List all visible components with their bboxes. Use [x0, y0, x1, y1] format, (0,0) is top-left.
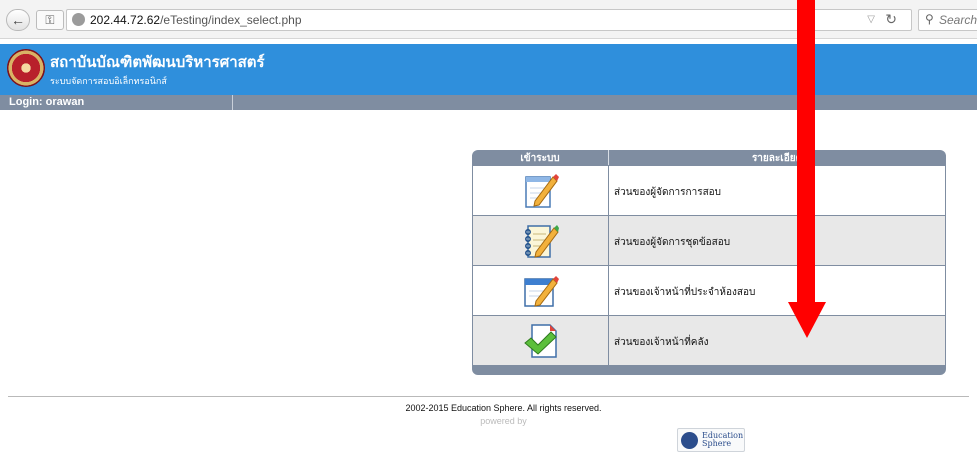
site-title: สถาบันบัณฑิตพัฒนบริหารศาสตร์ — [50, 53, 265, 71]
login-label: Login: orawan — [9, 96, 85, 108]
menu-label-warehouse-staff[interactable]: ส่วนของเจ้าหน้าที่คลัง — [614, 335, 709, 350]
menu-label-exam-room-staff[interactable]: ส่วนของเจ้าหน้าที่ประจำห้องสอบ — [614, 285, 755, 300]
arrow-head — [788, 302, 826, 338]
sphere-icon — [681, 432, 698, 449]
site-identity-button[interactable]: ⚿ — [36, 10, 64, 30]
menu-label-cell[interactable]: ส่วนของเจ้าหน้าที่ประจำห้องสอบ — [609, 266, 945, 315]
search-placeholder: Search — [939, 13, 977, 27]
arrow-shaft — [797, 0, 815, 312]
menu-icon-cell[interactable] — [473, 316, 608, 365]
menu-label-cell[interactable]: ส่วนของผู้จัดการชุดข้อสอบ — [609, 216, 945, 265]
role-menu-panel: เข้าระบบ รายละเอียด ส่วนของผู้จัดการการส… — [472, 150, 946, 375]
menu-icon-cell[interactable] — [473, 166, 608, 215]
menu-label-exam-manager[interactable]: ส่วนของผู้จัดการการสอบ — [614, 185, 721, 200]
menu-icon-cell[interactable] — [473, 266, 608, 315]
logo-text: Education Sphere — [702, 432, 743, 448]
pencil-document-icon[interactable] — [523, 171, 559, 211]
window-pencil-icon[interactable] — [523, 271, 559, 311]
institute-logo — [7, 49, 45, 87]
column-enter: เข้าระบบ — [520, 153, 560, 164]
menu-row-question-set-manager[interactable]: ส่วนของผู้จัดการชุดข้อสอบ — [473, 216, 945, 265]
url-host: 202.44.72.62 — [90, 13, 161, 27]
login-bar: Login: orawan — [0, 95, 977, 110]
column-details: รายละเอียด — [751, 153, 803, 164]
reload-icon[interactable]: ↻ — [885, 11, 897, 28]
globe-icon — [72, 13, 85, 26]
copyright-text: 2002-2015 Education Sphere. All rights r… — [405, 403, 602, 413]
key-icon: ⚿ — [45, 12, 55, 27]
url-text: 202.44.72.62/eTesting/index_select.php — [90, 13, 302, 27]
menu-label-cell[interactable]: ส่วนของผู้จัดการการสอบ — [609, 166, 945, 215]
browser-toolbar: ← ⚿ 202.44.72.62/eTesting/index_select.p… — [0, 0, 977, 39]
url-path: /eTesting/index_select.php — [160, 13, 302, 27]
menu-label-cell[interactable]: ส่วนของเจ้าหน้าที่คลัง — [609, 316, 945, 365]
document-check-icon[interactable] — [523, 321, 559, 361]
menu-header: เข้าระบบ รายละเอียด — [472, 150, 946, 165]
left-arrow-icon: ← — [11, 12, 25, 28]
search-icon: ⚲ — [925, 12, 934, 26]
menu-icon-cell[interactable] — [473, 216, 608, 265]
search-input[interactable]: ⚲ Search — [918, 9, 977, 31]
back-button[interactable]: ← — [6, 9, 30, 31]
site-subtitle: ระบบจัดการสอบอิเล็กทรอนิกส์ — [50, 76, 167, 86]
logo-line-2: Sphere — [702, 439, 732, 448]
notepad-pencil-icon[interactable] — [523, 221, 559, 261]
menu-row-warehouse-staff[interactable]: ส่วนของเจ้าหน้าที่คลัง — [473, 316, 945, 365]
login-divider — [232, 95, 233, 110]
url-dropdown-icon[interactable]: ▽ — [867, 14, 875, 25]
url-bar[interactable]: 202.44.72.62/eTesting/index_select.php ▽… — [66, 9, 912, 31]
menu-row-exam-room-staff[interactable]: ส่วนของเจ้าหน้าที่ประจำห้องสอบ — [473, 266, 945, 315]
footer-divider — [8, 396, 969, 397]
menu-label-question-set-manager[interactable]: ส่วนของผู้จัดการชุดข้อสอบ — [614, 235, 730, 250]
powered-by-text: powered by — [480, 416, 527, 426]
site-header: สถาบันบัณฑิตพัฒนบริหารศาสตร์ ระบบจัดการส… — [0, 44, 977, 95]
education-sphere-logo[interactable]: Education Sphere — [677, 428, 745, 452]
menu-row-exam-manager[interactable]: ส่วนของผู้จัดการการสอบ — [473, 166, 945, 215]
